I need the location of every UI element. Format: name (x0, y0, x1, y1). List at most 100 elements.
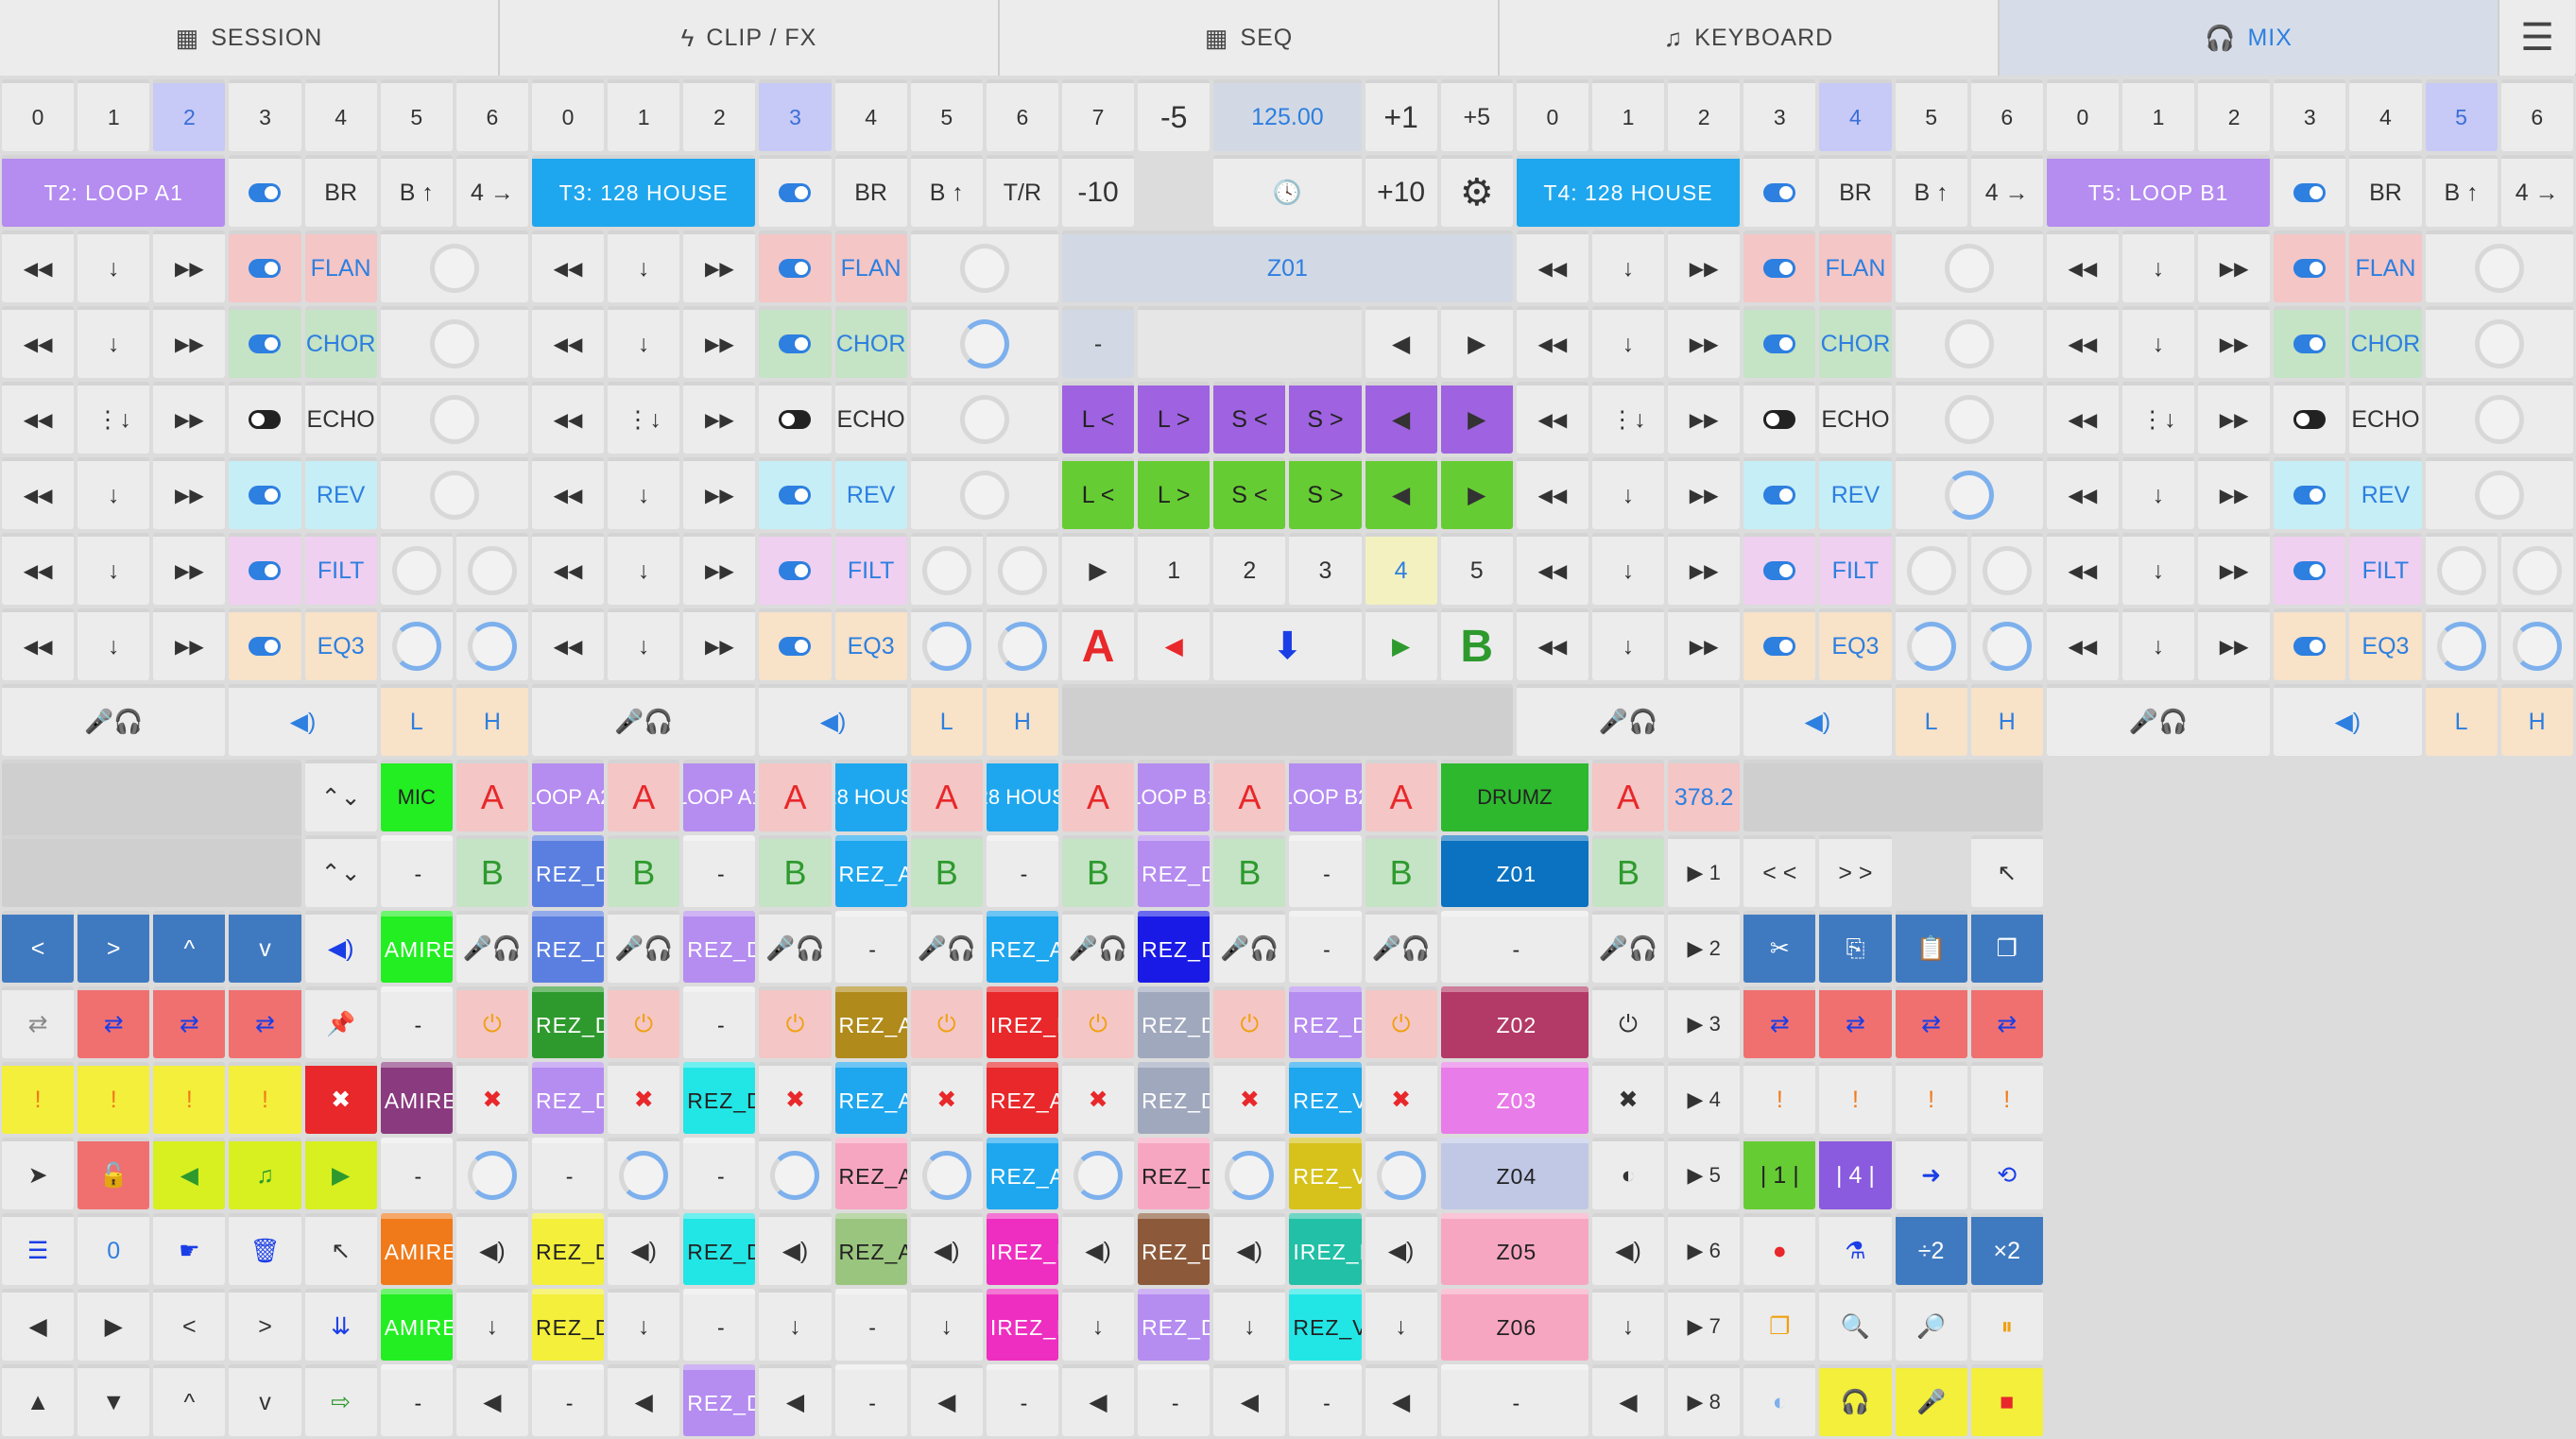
toggle-icon[interactable] (779, 334, 812, 353)
rewind-icon[interactable]: ◀◀ (1516, 306, 1589, 378)
mic-headphones-icon[interactable]: 🎤🎧 (1213, 911, 1286, 983)
fx-label[interactable]: FLAN (834, 231, 907, 302)
tempo-minus5-button[interactable]: -5 (1138, 79, 1211, 151)
loop-s_next-button[interactable]: S > (1289, 382, 1362, 454)
next-icon[interactable]: ▶ (1440, 382, 1513, 454)
clip-slot[interactable]: Z06 (1440, 1289, 1589, 1361)
volume-knob[interactable] (455, 1138, 528, 1209)
forward-icon[interactable]: ▶▶ (2198, 382, 2271, 454)
toggle-icon[interactable] (1763, 637, 1796, 656)
fx-label[interactable]: REV (834, 457, 907, 529)
loop-icon[interactable]: ⇄ (229, 986, 301, 1058)
knob-icon[interactable] (391, 546, 441, 595)
rewind-icon[interactable]: ◀◀ (1516, 533, 1589, 605)
down-arrow-icon[interactable]: ⬇ (1213, 608, 1362, 680)
volume-knob[interactable] (1061, 1138, 1135, 1209)
b-up-button[interactable]: B ↑ (910, 155, 983, 227)
tab-session[interactable]: ▦ SESSION (0, 0, 500, 76)
down-arrow-icon[interactable]: ⋮↓ (608, 382, 680, 454)
scene-field[interactable]: - (1061, 306, 1135, 378)
prev-icon[interactable]: ◀ (1365, 457, 1437, 529)
br-button[interactable]: BR (834, 155, 907, 227)
rewind-icon[interactable]: ◀◀ (1516, 231, 1589, 302)
fx-knob-right[interactable] (455, 533, 528, 605)
speaker-icon[interactable]: ◀) (1061, 1213, 1135, 1285)
power-icon[interactable]: ⏻ (1061, 986, 1135, 1058)
clip-slot[interactable]: AMIREZ_SFX_ (380, 1062, 453, 1134)
fx-knob[interactable] (910, 457, 1058, 529)
forward-icon[interactable]: ▶▶ (2198, 533, 2271, 605)
fx-toggle[interactable] (759, 231, 832, 302)
clip-slot[interactable]: REZ_VOCAL_ (1289, 1289, 1362, 1361)
pin-icon[interactable]: 📌 (304, 986, 377, 1058)
forward-icon[interactable]: ▶▶ (153, 231, 226, 302)
copy-icon[interactable]: ⎘ (1819, 911, 1892, 983)
forward-icon[interactable]: ▶▶ (683, 533, 756, 605)
clip-slot[interactable]: - (683, 1138, 756, 1209)
down-icon[interactable]: ▼ (77, 1364, 150, 1436)
clip-slot[interactable]: - (683, 835, 756, 907)
warning-icon[interactable]: ! (77, 1062, 150, 1134)
fx-label[interactable]: EQ3 (1819, 608, 1892, 680)
digit-button[interactable]: 2 (1668, 79, 1741, 151)
clip-slot[interactable]: IREZ_PADLOC (986, 1213, 1058, 1285)
fx-label[interactable]: EQ3 (304, 608, 377, 680)
down-arrow-icon[interactable]: v (229, 911, 301, 983)
fx-knob[interactable] (1895, 306, 2043, 378)
warning-icon[interactable]: ! (1819, 1062, 1892, 1134)
knob-icon[interactable] (2474, 244, 2524, 293)
strip-widget-icon[interactable]: ◐ (1591, 1138, 1665, 1209)
fx-knob[interactable] (380, 457, 528, 529)
record-icon[interactable]: ● (1743, 1213, 1816, 1285)
tempo-plus1-button[interactable]: +1 (1365, 79, 1437, 151)
clip-slot[interactable]: - (683, 986, 756, 1058)
clip-slot[interactable]: REZ_DRUM_M (1138, 1289, 1211, 1361)
clock-icon[interactable]: 🕓 (1213, 155, 1362, 227)
up-icon[interactable]: ▲ (2, 1364, 75, 1436)
rewind-icon[interactable]: ◀◀ (1516, 457, 1589, 529)
toggle-icon[interactable] (2293, 183, 2327, 202)
rewind-icon[interactable]: ◀◀ (531, 231, 605, 302)
speaker-icon[interactable]: ◀ (759, 1364, 832, 1436)
tab-keyboard[interactable]: ♫ KEYBOARD (1500, 0, 2000, 76)
knob-icon[interactable] (2512, 546, 2562, 595)
clip-slot[interactable]: REZ_APPREG (834, 986, 907, 1058)
scene-launch-button[interactable]: ▶ 4 (1668, 1062, 1741, 1134)
speaker-icon[interactable]: ◀) (455, 1213, 528, 1285)
down-arrow-icon[interactable]: ↓ (77, 608, 150, 680)
scene-launch-button[interactable]: ▶ 2 (1668, 911, 1741, 983)
strip-widget-icon[interactable]: ✖ (1591, 1062, 1665, 1134)
toggle-icon[interactable] (779, 410, 812, 429)
mic-headphones-icon[interactable]: 🎤🎧 (1365, 911, 1437, 983)
fx-knob-right[interactable] (986, 533, 1058, 605)
cut-icon[interactable]: ✂ (1743, 911, 1816, 983)
down-arrow-icon[interactable]: ↓ (1591, 306, 1665, 378)
forward-icon[interactable]: ▶▶ (153, 306, 226, 378)
speaker-icon[interactable]: ◀) (229, 684, 377, 756)
fx-toggle[interactable] (759, 382, 832, 454)
rewind-icon[interactable]: ◀◀ (1516, 608, 1589, 680)
fx-knob-right[interactable] (2500, 608, 2573, 680)
fx-toggle[interactable] (229, 457, 301, 529)
down-arrow-icon[interactable]: ↓ (759, 1289, 832, 1361)
rewind-icon[interactable]: ◀◀ (2, 533, 75, 605)
knob-icon[interactable] (1906, 622, 1956, 671)
clip-slot[interactable]: - (380, 1364, 453, 1436)
crossfader[interactable] (1061, 684, 1513, 756)
prev-icon[interactable]: ◀ (1365, 306, 1437, 378)
toggle-icon[interactable] (2293, 334, 2327, 353)
clip-slot[interactable]: REZ_DRUM_H (1138, 911, 1211, 983)
fx-knob[interactable] (380, 382, 528, 454)
loop1-button[interactable]: | 1 | (1743, 1138, 1816, 1209)
warning-icon[interactable]: ! (153, 1062, 226, 1134)
speaker-icon[interactable]: ◀) (1213, 1213, 1286, 1285)
strip-widget-icon[interactable]: ◀ (1591, 1364, 1665, 1436)
toggle-icon[interactable] (249, 637, 282, 656)
rewind-icon[interactable]: ◀◀ (2046, 457, 2119, 529)
forward-icon[interactable]: ▶▶ (153, 382, 226, 454)
eq-high-button[interactable]: H (455, 684, 528, 756)
volume-knob[interactable] (759, 1138, 832, 1209)
down-arrow-icon[interactable]: ↓ (910, 1289, 983, 1361)
warning-icon[interactable]: ! (1895, 1062, 1967, 1134)
power-icon[interactable]: ⏻ (910, 986, 983, 1058)
